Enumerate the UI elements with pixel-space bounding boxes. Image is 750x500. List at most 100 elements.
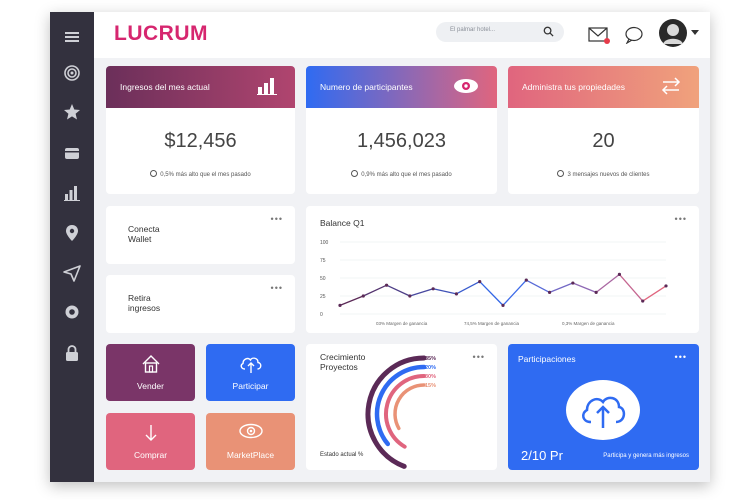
data-point: [641, 299, 645, 303]
y-tick-label: 0: [320, 312, 323, 318]
search-box[interactable]: El palmar hotel...: [436, 22, 564, 42]
data-point: [338, 303, 342, 307]
stat-card-participants: Numero de participantes 1,456,023 0,9% m…: [306, 66, 497, 194]
data-point: [594, 290, 598, 294]
target-icon[interactable]: [63, 64, 81, 82]
data-point: [571, 281, 575, 285]
series-segment: [595, 273, 620, 293]
buy-button[interactable]: Comprar: [106, 413, 195, 470]
chevron-down-icon[interactable]: [691, 30, 699, 36]
balance-line-chart: 100 75 50 25 0 03% Margen de ganancia 74,5% Ma…: [320, 240, 668, 326]
series-segment: [502, 279, 527, 306]
series-segment: [433, 288, 457, 295]
tile-label: MarketPlace: [226, 450, 275, 460]
send-icon[interactable]: [63, 264, 81, 282]
more-menu-button[interactable]: •••: [675, 352, 687, 362]
avatar[interactable]: [658, 18, 688, 48]
series-segment: [363, 284, 387, 297]
withdraw-income-card[interactable]: Retira ingresos •••: [106, 275, 295, 333]
more-menu-button[interactable]: •••: [271, 283, 283, 293]
stat-card-header: Administra tus propiedades: [508, 66, 699, 108]
house-icon: [142, 355, 159, 373]
growth-label: 35%: [425, 356, 436, 362]
chat-icon[interactable]: [624, 26, 644, 44]
cloud-upload-icon: [582, 396, 626, 428]
location-icon[interactable]: [63, 224, 81, 242]
participations-caption: Participa y genera más ingresos: [603, 453, 689, 459]
participate-button[interactable]: Participar: [206, 344, 295, 401]
stat-value: 20: [592, 130, 615, 152]
balance-chart-card: Balance Q1 ••• 100 75 50 25 0 03% Margen de g…: [306, 206, 699, 333]
connect-wallet-card[interactable]: Conecta Wallet •••: [106, 206, 295, 264]
stat-card-properties: Administra tus propiedades 20 3 mensajes…: [508, 66, 699, 194]
growth-label: 30%: [425, 374, 436, 380]
settings-icon[interactable]: [63, 303, 81, 321]
menu-icon[interactable]: [63, 28, 81, 46]
lock-icon[interactable]: [63, 344, 81, 362]
bar-chart-icon[interactable]: [63, 184, 81, 202]
y-tick-label: 25: [320, 294, 326, 300]
stat-value: $12,456: [164, 130, 237, 152]
wallet-label: Conecta Wallet: [128, 224, 160, 244]
search-icon[interactable]: [543, 26, 554, 37]
stat-title: Administra tus propiedades: [522, 82, 626, 92]
stat-note: 0,5% más alto que el mes pasado: [106, 170, 295, 178]
app-window: LUCRUM El palmar hotel... Ingresos del m…: [50, 12, 710, 482]
series-segment: [549, 282, 574, 294]
upload-circle-button[interactable]: [566, 380, 640, 440]
data-point: [384, 283, 389, 287]
data-point: [478, 280, 482, 284]
participations-card: Participaciones ••• 2/10 Pr Participa y …: [508, 344, 699, 470]
stat-card-header: Ingresos del mes actual: [106, 66, 295, 108]
data-point: [617, 272, 622, 276]
withdraw-label: Retira ingresos: [128, 293, 161, 313]
margin-annotation: 03% Margen de ganancia: [376, 321, 428, 326]
stat-card-header: Numero de participantes: [306, 66, 497, 108]
project-growth-card: Crecimiento Proyectos ••• 35% 20% 30% 15% Es…: [306, 344, 497, 470]
growth-footer: Estado actual %: [320, 452, 364, 458]
data-point: [454, 292, 459, 296]
bar-chart-icon: [257, 78, 277, 95]
data-point: [408, 294, 412, 298]
wallet-icon[interactable]: [63, 144, 81, 162]
data-point: [664, 284, 668, 288]
series-segment: [525, 279, 550, 293]
stat-title: Ingresos del mes actual: [120, 82, 210, 92]
stat-note: 0,9% más alto que el mes pasado: [306, 170, 497, 178]
series-segment: [642, 285, 667, 302]
eye-icon: [454, 79, 478, 93]
participations-count: 2/10 Pr: [521, 448, 563, 463]
growth-label: 15%: [425, 383, 436, 389]
data-point: [431, 287, 435, 291]
mail-icon[interactable]: [588, 26, 610, 44]
marketplace-button[interactable]: MarketPlace: [206, 413, 295, 470]
series-segment: [572, 282, 597, 294]
y-tick-label: 100: [320, 240, 329, 246]
y-tick-label: 75: [320, 258, 326, 264]
arrow-down-icon: [145, 425, 156, 441]
data-point: [501, 303, 505, 307]
sidebar: [50, 12, 94, 482]
data-point: [361, 294, 365, 298]
more-menu-button[interactable]: •••: [271, 214, 283, 224]
participations-title: Participaciones: [518, 354, 576, 364]
series-segment: [339, 295, 364, 306]
swap-icon: [661, 77, 681, 95]
cloud-upload-icon: [240, 357, 261, 373]
eye-icon: [238, 423, 263, 439]
tile-label: Participar: [232, 381, 269, 391]
sell-button[interactable]: Vender: [106, 344, 195, 401]
data-point: [524, 278, 528, 282]
arrow-up-circle-icon: [351, 170, 359, 177]
tile-label: Comprar: [133, 450, 168, 460]
margin-annotation: 74,5% Margen de ganancia: [464, 321, 520, 326]
y-tick-label: 50: [320, 276, 326, 282]
stat-value: 1,456,023: [357, 130, 446, 152]
star-icon[interactable]: [63, 103, 81, 121]
tile-label: Vender: [137, 381, 164, 391]
series-segment: [386, 284, 411, 297]
series-segment: [456, 281, 481, 295]
search-input[interactable]: El palmar hotel...: [450, 27, 495, 33]
series-segment: [479, 281, 504, 306]
margin-annotation: 0,3% Margen de ganancia: [562, 321, 615, 326]
